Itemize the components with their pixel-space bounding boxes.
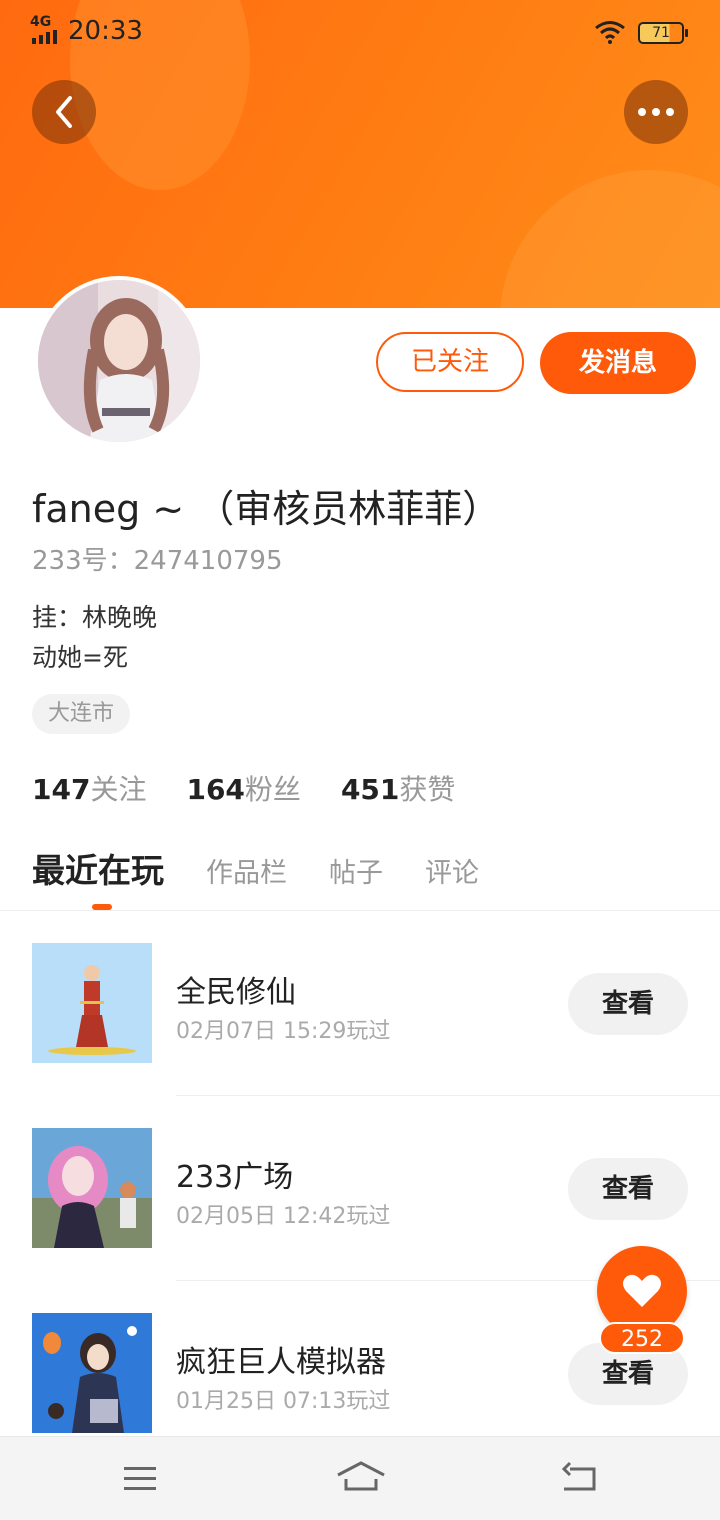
game-play-time: 02月07日 15:29玩过 (176, 1019, 391, 1044)
tab-posts[interactable]: 帖子 (329, 851, 383, 890)
profile-stats: 147关注 164粉丝 451获赞 (32, 768, 455, 808)
stat-label: 获赞 (399, 773, 456, 806)
divider (176, 1095, 720, 1096)
stat-label: 粉丝 (244, 773, 301, 806)
network-type: 4G (30, 14, 52, 30)
like-count: 252 (599, 1322, 685, 1354)
stat-number: 451 (340, 773, 400, 806)
tab-recently-played[interactable]: 最近在玩 (32, 844, 164, 892)
stat-number: 164 (186, 773, 245, 806)
stat-label: 关注 (90, 773, 147, 806)
avatar[interactable] (34, 276, 204, 446)
return-icon[interactable] (560, 1457, 600, 1497)
wifi-icon (595, 21, 625, 44)
following-stat[interactable]: 147关注 (32, 768, 146, 808)
system-nav-bar (0, 1436, 720, 1520)
heart-icon (623, 1274, 661, 1307)
home-icon[interactable] (336, 1457, 386, 1497)
tab-comments[interactable]: 评论 (425, 851, 479, 890)
username: faneg ~ （审核员林菲菲） (32, 487, 501, 531)
game-thumbnail (32, 1128, 152, 1248)
avatar-image (38, 280, 200, 442)
signal-icon (32, 30, 57, 44)
game-name: 233广场 (176, 1160, 294, 1195)
list-item[interactable]: 全民修仙 02月07日 15:29玩过 查看 (0, 943, 720, 1063)
game-name: 全民修仙 (176, 975, 296, 1010)
tab-works[interactable]: 作品栏 (206, 851, 287, 890)
more-icon (638, 108, 674, 116)
followers-stat[interactable]: 164粉丝 (186, 768, 300, 808)
more-button[interactable] (624, 80, 688, 144)
location-tag: 大连市 (32, 694, 131, 734)
view-button[interactable]: 查看 (568, 973, 688, 1035)
list-item[interactable]: 233广场 02月05日 12:42玩过 查看 (0, 1128, 720, 1248)
divider (0, 910, 720, 911)
game-play-time: 02月05日 12:42玩过 (176, 1204, 391, 1229)
view-button[interactable]: 查看 (568, 1158, 688, 1220)
game-name: 疯狂巨人模拟器 (176, 1345, 386, 1380)
likes-stat: 451获赞 (341, 768, 455, 808)
stat-number: 147 (32, 773, 91, 806)
game-play-time: 01月25日 07:13玩过 (176, 1389, 391, 1414)
follow-button[interactable]: 已关注 (376, 332, 524, 392)
send-message-button[interactable]: 发消息 (540, 332, 696, 394)
bio-line: 动她=死 (32, 643, 128, 672)
game-thumbnail (32, 1313, 152, 1433)
status-bar: 4G 20:33 71 (0, 0, 720, 66)
back-button[interactable] (32, 80, 96, 144)
back-icon (56, 96, 72, 128)
bio-line: 挂：林晚晚 (32, 603, 158, 632)
header-decoration (500, 170, 720, 308)
status-time: 20:33 (68, 16, 143, 46)
game-thumbnail (32, 943, 152, 1063)
battery-icon: 71 (638, 22, 688, 44)
profile-tabs: 最近在玩 作品栏 帖子 评论 (32, 844, 521, 892)
user-id: 233号：247410795 (32, 546, 283, 576)
menu-icon[interactable] (122, 1457, 158, 1497)
